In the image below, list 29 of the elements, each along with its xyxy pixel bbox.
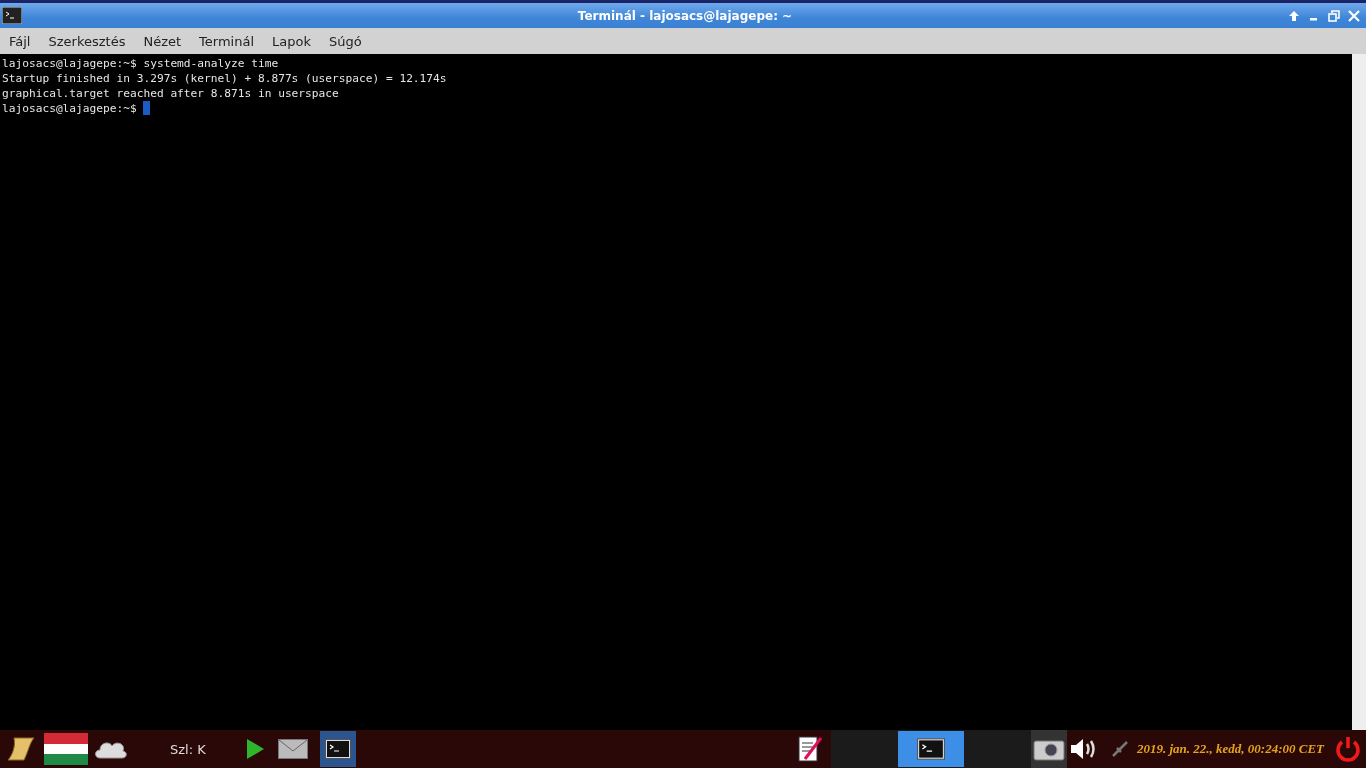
close-icon[interactable]: [1348, 9, 1360, 22]
terminal-icon: [916, 738, 945, 760]
terminal-icon[interactable]: [2, 7, 22, 24]
power-icon[interactable]: [1334, 735, 1362, 763]
text-cursor: [143, 101, 151, 115]
terminal-icon: [325, 739, 351, 759]
camera-icon[interactable]: [1032, 737, 1065, 761]
flag-icon[interactable]: [44, 733, 88, 765]
launcher-button[interactable]: [320, 731, 356, 767]
restore-icon[interactable]: [1328, 9, 1340, 22]
plug-icon[interactable]: [1110, 740, 1129, 758]
menu-item[interactable]: Súgó: [329, 33, 362, 49]
scrollbar[interactable]: [1352, 54, 1366, 730]
task-button[interactable]: [897, 731, 964, 767]
menu-item[interactable]: Terminál: [199, 33, 255, 49]
terminal-line: Startup finished in 3.297s (kernel) + 8.877s (userspace) = 12.174s: [2, 72, 447, 85]
arrow-up-icon[interactable]: [1288, 9, 1300, 22]
menu-item[interactable]: Lapok: [272, 33, 311, 49]
window-title: Terminál - lajosacs@lajagepe: ~: [576, 8, 794, 23]
clock[interactable]: 2019. jan. 22., kedd, 00:24:00 CET: [1136, 741, 1324, 757]
terminal-line: lajosacs@lajagepe:~$ systemd-analyze time: [2, 57, 279, 70]
terminal-prompt: lajosacs@lajagepe:~$: [2, 101, 138, 116]
terminal-line: graphical.target reached after 8.871s in userspace: [2, 87, 339, 100]
menu-item[interactable]: Nézet: [143, 33, 182, 49]
keyboard-layout[interactable]: Szl: K: [170, 741, 230, 757]
menu-item[interactable]: Fájl: [9, 33, 31, 49]
menu-item[interactable]: Szerkesztés: [48, 33, 126, 49]
play-icon[interactable]: [245, 738, 265, 760]
notepad-pen-icon[interactable]: [796, 735, 823, 763]
